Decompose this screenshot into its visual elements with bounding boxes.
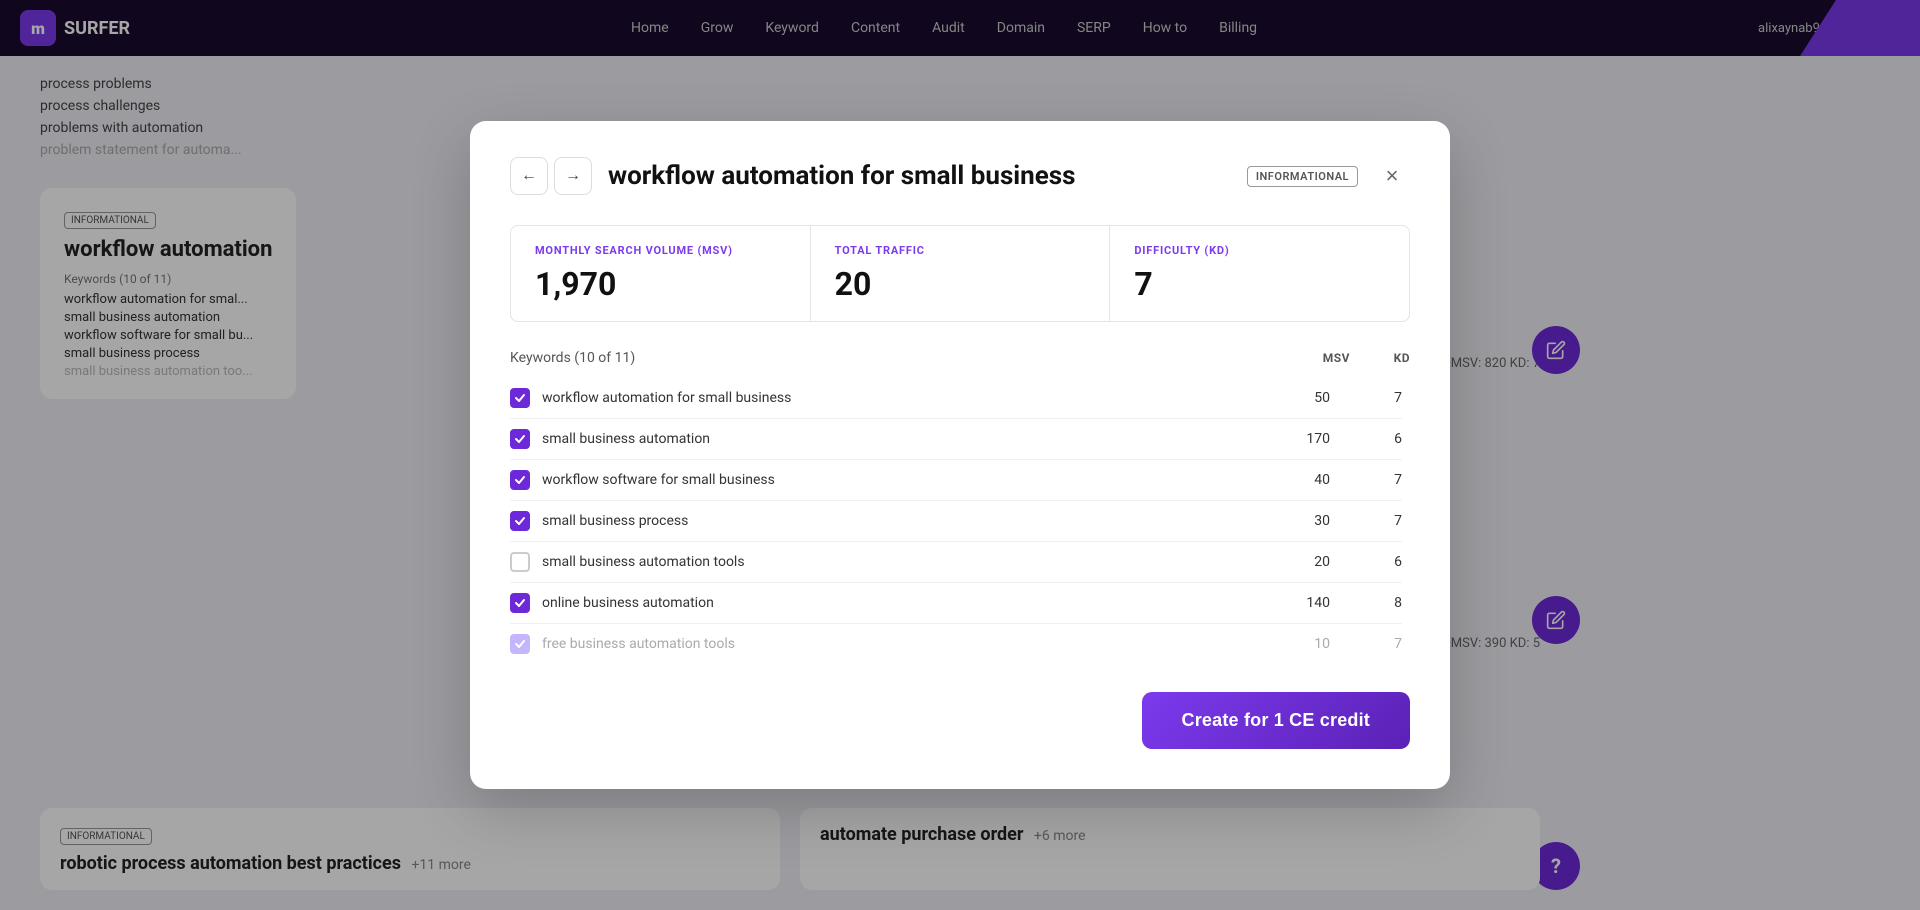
stat-msv-label: MONTHLY SEARCH VOLUME (MSV)	[535, 244, 786, 257]
keyword-row[interactable]: workflow software for small business 40 7	[510, 460, 1402, 501]
prev-button[interactable]: ←	[510, 157, 548, 195]
stat-msv: MONTHLY SEARCH VOLUME (MSV) 1,970	[511, 226, 811, 321]
keyword-row[interactable]: workflow automation for small business 50…	[510, 378, 1402, 419]
keyword-row[interactable]: small business automation 170 6	[510, 419, 1402, 460]
keywords-list: workflow automation for small business 50…	[510, 378, 1402, 664]
keywords-table-header: Keywords (10 of 11) MSV KD	[510, 350, 1410, 366]
col-header-kd: KD	[1350, 351, 1410, 365]
keyword-row[interactable]: free business automation tools 10 7	[510, 624, 1402, 664]
keyword-msv-value: 40	[1250, 472, 1330, 488]
keyword-msv-value: 50	[1250, 390, 1330, 406]
keyword-kd-value: 6	[1342, 554, 1402, 570]
stat-traffic-value: 20	[835, 265, 1086, 303]
keyword-name: workflow automation for small business	[542, 390, 1238, 406]
modal-footer: Create for 1 CE credit	[510, 692, 1410, 749]
keyword-name: free business automation tools	[542, 636, 1238, 652]
keyword-msv-value: 140	[1250, 595, 1330, 611]
keyword-name: small business automation	[542, 431, 1238, 447]
keyword-row[interactable]: small business automation tools 20 6	[510, 542, 1402, 583]
next-button[interactable]: →	[554, 157, 592, 195]
keyword-checkbox[interactable]	[510, 552, 530, 572]
keyword-kd-value: 7	[1342, 636, 1402, 652]
keyword-checkbox[interactable]	[510, 429, 530, 449]
keyword-name: workflow software for small business	[542, 472, 1238, 488]
keyword-checkbox[interactable]	[510, 470, 530, 490]
keyword-name: small business process	[542, 513, 1238, 529]
modal-close-button[interactable]: ×	[1374, 158, 1410, 194]
keyword-kd-value: 8	[1342, 595, 1402, 611]
keyword-msv-value: 10	[1250, 636, 1330, 652]
stat-msv-value: 1,970	[535, 265, 786, 303]
keyword-msv-value: 20	[1250, 554, 1330, 570]
modal-overlay: ← → workflow automation for small busine…	[0, 0, 1920, 910]
keyword-msv-value: 170	[1250, 431, 1330, 447]
keywords-scroll-container[interactable]: workflow automation for small business 50…	[510, 378, 1410, 664]
col-header-msv: MSV	[1270, 351, 1350, 365]
keyword-kd-value: 6	[1342, 431, 1402, 447]
keyword-checkbox[interactable]	[510, 634, 530, 654]
modal-nav-buttons: ← →	[510, 157, 592, 195]
keyword-kd-value: 7	[1342, 390, 1402, 406]
modal-intent-badge: INFORMATIONAL	[1247, 166, 1358, 187]
keyword-checkbox[interactable]	[510, 388, 530, 408]
stat-difficulty-value: 7	[1134, 265, 1385, 303]
keyword-row[interactable]: online business automation 140 8	[510, 583, 1402, 624]
create-button[interactable]: Create for 1 CE credit	[1142, 692, 1410, 749]
stat-traffic-label: TOTAL TRAFFIC	[835, 244, 1086, 257]
modal-keyword-title: workflow automation for small business	[608, 161, 1231, 191]
keyword-msv-value: 30	[1250, 513, 1330, 529]
keyword-checkbox[interactable]	[510, 511, 530, 531]
stat-traffic: TOTAL TRAFFIC 20	[811, 226, 1111, 321]
keyword-name: small business automation tools	[542, 554, 1238, 570]
keyword-name: online business automation	[542, 595, 1238, 611]
keyword-row[interactable]: small business process 30 7	[510, 501, 1402, 542]
stat-difficulty-label: DIFFICULTY (KD)	[1134, 244, 1385, 257]
modal-header: ← → workflow automation for small busine…	[510, 157, 1410, 195]
keywords-count: Keywords (10 of 11)	[510, 350, 1270, 366]
stats-row: MONTHLY SEARCH VOLUME (MSV) 1,970 TOTAL …	[510, 225, 1410, 322]
keyword-kd-value: 7	[1342, 472, 1402, 488]
keyword-checkbox[interactable]	[510, 593, 530, 613]
keyword-modal: ← → workflow automation for small busine…	[470, 121, 1450, 789]
keyword-kd-value: 7	[1342, 513, 1402, 529]
stat-difficulty: DIFFICULTY (KD) 7	[1110, 226, 1409, 321]
